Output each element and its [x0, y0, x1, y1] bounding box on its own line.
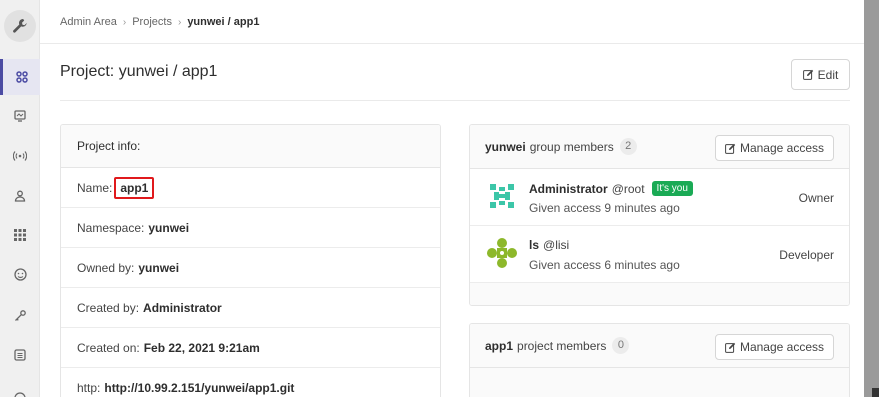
- sidebar-deploy-keys-icon[interactable]: [0, 298, 40, 334]
- group-manage-access-button[interactable]: Manage access: [714, 135, 834, 161]
- project-name-value: app1: [114, 176, 155, 199]
- window-scrollbar[interactable]: [864, 0, 879, 397]
- owned-by-row: Owned by: yunwei: [61, 248, 440, 288]
- scrollbar-thumb[interactable]: [872, 388, 879, 397]
- breadcrumb-separator-icon: ›: [122, 16, 127, 28]
- member-username: @root: [611, 181, 645, 196]
- breadcrumb-current[interactable]: yunwei / app1: [187, 16, 259, 28]
- member-role: Developer: [779, 248, 834, 262]
- project-info-header: Project info:: [61, 125, 440, 168]
- manage-access-label: Manage access: [739, 141, 824, 155]
- member-display-name[interactable]: ls: [529, 238, 539, 252]
- group-members-count-badge: 2: [619, 138, 637, 155]
- group-name: yunwei: [485, 139, 526, 154]
- namespace-value[interactable]: yunwei: [148, 221, 189, 235]
- member-name: Administrator @root It's you: [529, 181, 693, 196]
- breadcrumb-projects[interactable]: Projects: [132, 16, 172, 28]
- created-on-value: Feb 22, 2021 9:21am: [143, 340, 260, 355]
- created-by-label: Created by:: [77, 300, 140, 315]
- http-row: http: http://10.99.2.151/yunwei/app1.git: [61, 368, 440, 397]
- admin-sidebar: [0, 0, 40, 397]
- page-title: Project: yunwei / app1: [60, 63, 218, 80]
- group-members-header: yunwei group members 2 Manage access: [470, 125, 849, 169]
- avatar[interactable]: [485, 179, 519, 213]
- member-row: Administrator @root It's you Given acces…: [470, 169, 849, 226]
- its-you-badge: It's you: [651, 181, 693, 196]
- project-members-card: app1 project members 0 Manage access: [469, 323, 850, 397]
- admin-wrench-icon[interactable]: [4, 10, 36, 42]
- sidebar-abuse-reports-icon[interactable]: [0, 256, 40, 292]
- created-on-row: Created on: Feb 22, 2021 9:21am: [61, 328, 440, 368]
- project-name-row: Name: app1: [61, 168, 440, 208]
- member-role: Owner: [798, 191, 834, 205]
- sidebar-monitoring-icon[interactable]: [0, 98, 40, 134]
- member-row: ls @lisi Given access 6 minutes ago Deve…: [470, 226, 849, 283]
- http-url-value[interactable]: http://10.99.2.151/yunwei/app1.git: [104, 381, 294, 395]
- project-name: app1: [485, 338, 514, 353]
- avatar[interactable]: [485, 236, 519, 270]
- edit-button-label: Edit: [817, 67, 839, 82]
- sidebar-appearance-icon[interactable]: [0, 377, 40, 397]
- edit-icon: [725, 143, 736, 154]
- breadcrumb: Admin Area › Projects › yunwei / app1: [60, 16, 259, 28]
- member-access-time: Given access 6 minutes ago: [529, 258, 680, 272]
- http-label: http:: [77, 380, 101, 395]
- breadcrumb-separator-icon: ›: [177, 16, 182, 28]
- edit-button[interactable]: Edit: [791, 59, 850, 90]
- member-username: @lisi: [543, 238, 570, 252]
- name-label: Name:: [77, 180, 113, 195]
- namespace-row: Namespace: yunwei: [61, 208, 440, 248]
- project-manage-access-button[interactable]: Manage access: [714, 334, 834, 360]
- member-access-time: Given access 9 minutes ago: [529, 201, 680, 215]
- manage-access-label: Manage access: [739, 340, 824, 354]
- sidebar-applications-icon[interactable]: [0, 217, 40, 253]
- member-display-name[interactable]: Administrator: [529, 182, 608, 196]
- created-on-label: Created on:: [77, 340, 140, 355]
- group-members-footer: [470, 283, 849, 305]
- member-name: ls @lisi: [529, 238, 569, 252]
- header-divider: [40, 43, 864, 44]
- edit-icon: [725, 342, 736, 353]
- group-members-card: yunwei group members 2 Manage access Adm…: [469, 124, 850, 306]
- group-members-title: group members: [529, 139, 614, 154]
- owned-by-label: Owned by:: [77, 260, 135, 275]
- created-by-value[interactable]: Administrator: [143, 301, 222, 315]
- breadcrumb-admin-area[interactable]: Admin Area: [60, 16, 117, 28]
- project-members-header: app1 project members 0 Manage access: [470, 324, 849, 368]
- namespace-label: Namespace:: [77, 220, 145, 235]
- sidebar-overview-icon[interactable]: [0, 59, 40, 95]
- project-info-card: Project info: Name: app1 Namespace: yunw…: [60, 124, 441, 397]
- sidebar-messages-icon[interactable]: [0, 138, 40, 174]
- edit-icon: [802, 69, 813, 80]
- sidebar-users-icon[interactable]: [0, 178, 40, 214]
- title-divider: [60, 100, 850, 101]
- created-by-row: Created by: Administrator: [61, 288, 440, 328]
- owned-by-value[interactable]: yunwei: [138, 261, 179, 275]
- project-members-title: project members: [517, 338, 607, 353]
- project-members-count-badge: 0: [612, 337, 630, 354]
- sidebar-labels-icon[interactable]: [0, 337, 40, 373]
